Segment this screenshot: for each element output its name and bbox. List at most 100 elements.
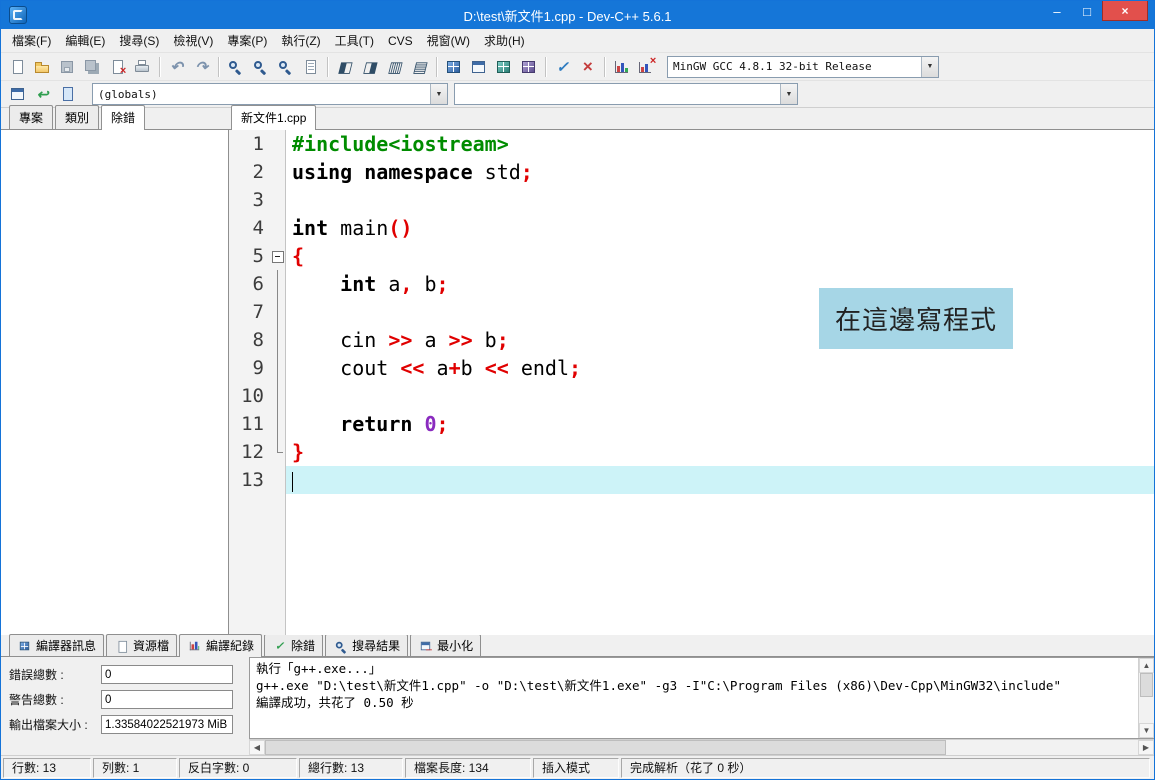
- log-vertical-scrollbar[interactable]: ▲ ▼: [1138, 658, 1154, 738]
- scroll-right-icon[interactable]: ▶: [1138, 740, 1154, 755]
- menu-item[interactable]: 工具(T): [328, 29, 381, 52]
- undo-button[interactable]: [164, 55, 189, 78]
- open-unit-button[interactable]: [55, 83, 80, 106]
- menu-item[interactable]: 搜尋(S): [112, 29, 166, 52]
- code-text[interactable]: cout << a+b << endl;: [286, 354, 1154, 382]
- delete-profiling-button[interactable]: [634, 55, 659, 78]
- print-button[interactable]: [130, 55, 155, 78]
- horizontal-scroll-track[interactable]: [265, 740, 1138, 755]
- line-number[interactable]: 3: [229, 186, 269, 214]
- code-line[interactable]: 5{: [229, 242, 1154, 270]
- tab-compile-log[interactable]: 編譯紀錄: [179, 634, 262, 657]
- globals-combo[interactable]: (globals) ▼: [92, 83, 448, 105]
- compile-button[interactable]: [441, 55, 466, 78]
- replace-button[interactable]: [273, 55, 298, 78]
- tab-debug-bottom[interactable]: 除錯: [264, 634, 323, 656]
- code-line[interactable]: 8 cin >> a >> b;: [229, 326, 1154, 354]
- compile-log-text[interactable]: 執行「g++.exe...」g++.exe "D:\test\新文件1.cpp"…: [250, 658, 1138, 738]
- rebuild-all-button[interactable]: [516, 55, 541, 78]
- line-number[interactable]: 8: [229, 326, 269, 354]
- line-number[interactable]: 2: [229, 158, 269, 186]
- code-line[interactable]: 12}: [229, 438, 1154, 466]
- line-number[interactable]: 10: [229, 382, 269, 410]
- maximize-button[interactable]: □: [1072, 1, 1102, 21]
- code-line[interactable]: 11 return 0;: [229, 410, 1154, 438]
- redo-button[interactable]: [189, 55, 214, 78]
- code-line[interactable]: 13: [229, 466, 1154, 494]
- code-line[interactable]: 1 #include<iostream>: [229, 130, 1154, 158]
- line-number[interactable]: 9: [229, 354, 269, 382]
- editor-tab-source-file[interactable]: 新文件1.cpp: [231, 105, 316, 130]
- code-text[interactable]: cin >> a >> b;: [286, 326, 1154, 354]
- menu-item[interactable]: 求助(H): [477, 29, 532, 52]
- code-editor[interactable]: 1 #include<iostream>2using namespace std;…: [229, 130, 1154, 635]
- fold-toggle-icon[interactable]: [269, 242, 286, 270]
- abort-button[interactable]: [575, 55, 600, 78]
- minimize-button[interactable]: –: [1042, 1, 1072, 21]
- save-all-button[interactable]: [80, 55, 105, 78]
- code-text[interactable]: #include<iostream>: [286, 130, 1154, 158]
- code-text[interactable]: int main(): [286, 214, 1154, 242]
- compile-run-button[interactable]: [491, 55, 516, 78]
- code-text[interactable]: }: [286, 438, 1154, 466]
- scroll-up-icon[interactable]: ▲: [1139, 658, 1154, 673]
- code-line[interactable]: 4 int main(): [229, 214, 1154, 242]
- compiler-combo[interactable]: MinGW GCC 4.8.1 32-bit Release ▼: [667, 56, 939, 78]
- line-number[interactable]: 5: [229, 242, 269, 270]
- menu-item[interactable]: 編輯(E): [58, 29, 112, 52]
- horizontal-scroll-thumb[interactable]: [265, 740, 946, 755]
- save-button[interactable]: [55, 55, 80, 78]
- code-line[interactable]: 7: [229, 298, 1154, 326]
- find-in-files-button[interactable]: [248, 55, 273, 78]
- menu-item[interactable]: 視窗(W): [420, 29, 477, 52]
- code-line[interactable]: 3: [229, 186, 1154, 214]
- code-line[interactable]: 10: [229, 382, 1154, 410]
- line-number[interactable]: 12: [229, 438, 269, 466]
- code-line[interactable]: 2using namespace std;: [229, 158, 1154, 186]
- insert-button[interactable]: [407, 55, 432, 78]
- close-button[interactable]: ×: [1102, 1, 1148, 21]
- goto-function-button[interactable]: [30, 83, 55, 106]
- code-text[interactable]: [286, 466, 1154, 494]
- tab-classes[interactable]: 類別: [55, 105, 99, 129]
- syntax-check-button[interactable]: [550, 55, 575, 78]
- scroll-down-icon[interactable]: ▼: [1139, 723, 1154, 738]
- line-number[interactable]: 4: [229, 214, 269, 242]
- tab-resources[interactable]: 資源檔: [106, 634, 177, 656]
- new-file-button[interactable]: [5, 55, 30, 78]
- open-button[interactable]: [30, 55, 55, 78]
- members-combo[interactable]: ▼: [454, 83, 798, 105]
- line-number[interactable]: 13: [229, 466, 269, 494]
- project-options-button[interactable]: [382, 55, 407, 78]
- title-bar[interactable]: D:\test\新文件1.cpp - Dev-C++ 5.6.1 – □ ×: [1, 1, 1154, 29]
- code-text[interactable]: {: [286, 242, 1154, 270]
- run-button[interactable]: [466, 55, 491, 78]
- chevron-down-icon[interactable]: ▼: [430, 84, 447, 104]
- tab-project[interactable]: 專案: [9, 105, 53, 129]
- find-button[interactable]: [223, 55, 248, 78]
- vertical-scroll-track[interactable]: [1139, 697, 1154, 723]
- scroll-left-icon[interactable]: ◀: [249, 740, 265, 755]
- switch-source-header-button[interactable]: [5, 83, 30, 106]
- line-number[interactable]: 1: [229, 130, 269, 158]
- code-text[interactable]: int a, b;: [286, 270, 1154, 298]
- project-browser-panel[interactable]: [1, 130, 229, 635]
- close-button[interactable]: [105, 55, 130, 78]
- tab-compiler-messages[interactable]: 編譯器訊息: [9, 634, 104, 656]
- code-text[interactable]: [286, 382, 1154, 410]
- goto-line-button[interactable]: [298, 55, 323, 78]
- code-area[interactable]: 1 #include<iostream>2using namespace std;…: [229, 130, 1154, 635]
- tab-search-results[interactable]: 搜尋結果: [325, 634, 408, 656]
- menu-item[interactable]: 專案(P): [220, 29, 274, 52]
- remove-from-project-button[interactable]: [357, 55, 382, 78]
- tab-minimize[interactable]: 最小化: [410, 634, 481, 656]
- menu-item[interactable]: 檢視(V): [166, 29, 220, 52]
- code-text[interactable]: [286, 186, 1154, 214]
- menu-item[interactable]: 執行(Z): [274, 29, 327, 52]
- line-number[interactable]: 7: [229, 298, 269, 326]
- line-number[interactable]: 6: [229, 270, 269, 298]
- vertical-scroll-thumb[interactable]: [1140, 673, 1153, 697]
- code-text[interactable]: [286, 298, 1154, 326]
- profile-button[interactable]: [609, 55, 634, 78]
- menu-item[interactable]: CVS: [381, 31, 420, 51]
